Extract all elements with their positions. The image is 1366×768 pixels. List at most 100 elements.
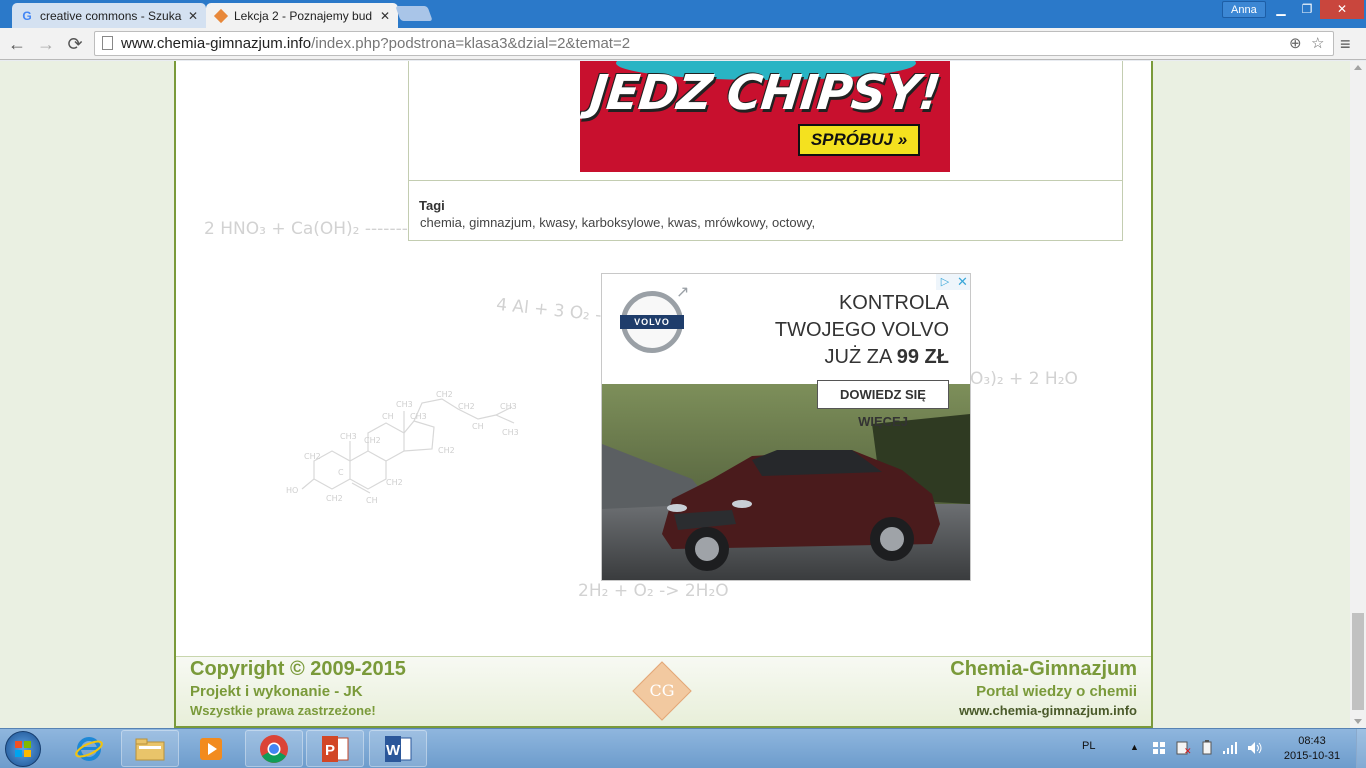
svg-text:CH3: CH3 (502, 428, 519, 437)
svg-text:CH3: CH3 (340, 432, 357, 441)
tray-expand-icon[interactable]: ▲ (1130, 742, 1139, 752)
window-close-button[interactable]: ✕ (1320, 0, 1364, 19)
reload-icon[interactable]: ⟳ (63, 32, 87, 56)
volvo-arrow-icon: ↗ (676, 284, 690, 301)
svg-text:CH3: CH3 (410, 412, 427, 421)
structural-formula-image: HOCH2CH2 CH3CCH CH2CHCH3 CH3CH2CH2 CHCH3… (286, 390, 519, 505)
svg-text:HO: HO (286, 486, 298, 495)
address-bar[interactable]: www.chemia-gimnazjum.info/index.php?pods… (94, 31, 1334, 56)
menu-icon[interactable]: ≡ (1340, 34, 1351, 55)
clock-date: 2015-10-31 (1283, 750, 1341, 762)
svg-text:CH2: CH2 (304, 452, 321, 461)
minimize-button[interactable]: ▁ (1268, 0, 1294, 19)
site-url-link[interactable]: www.chemia-gimnazjum.info (959, 703, 1137, 718)
adchoices-icon[interactable]: ▷ (936, 274, 954, 290)
windows-start-icon[interactable] (5, 731, 41, 767)
page-viewport: 2 HNO₃ + Ca(OH)₂ ------- 4 Al + 3 O₂ -> … (0, 61, 1350, 728)
network-icon[interactable] (1222, 741, 1238, 755)
svg-text:CH3: CH3 (396, 400, 413, 409)
url-path: /index.php?podstrona=klasa3&dzial=2&tema… (311, 35, 631, 52)
close-tab-icon[interactable]: ✕ (188, 9, 198, 23)
svg-text:CH2: CH2 (326, 494, 343, 503)
chips-advertisement[interactable]: JEDZ CHIPSY! SPRÓBUJ » (580, 61, 950, 172)
volume-icon[interactable] (1247, 741, 1263, 755)
svg-text:CH2: CH2 (364, 436, 381, 445)
site-footer: Copyright © 2009-2015 Projekt i wykonani… (176, 656, 1151, 728)
browser-toolbar: ← → ⟳ www.chemia-gimnazjum.info/index.ph… (0, 28, 1366, 60)
tab-lekcja[interactable]: Lekcja 2 - Poznajemy bud ✕ (206, 3, 398, 28)
close-tab-icon[interactable]: ✕ (380, 9, 390, 23)
svg-text:W: W (386, 742, 401, 759)
chrome-icon[interactable] (245, 730, 303, 767)
clock-time: 08:43 (1298, 735, 1326, 747)
car-photo (602, 384, 970, 580)
formula-aluminium: 4 Al + 3 O₂ -> (495, 294, 617, 328)
svg-text:CH: CH (366, 496, 378, 505)
ad-headline: JEDZ CHIPSY! (587, 65, 943, 121)
ad-cta-button[interactable]: SPRÓBUJ » (798, 124, 920, 156)
powerpoint-icon[interactable]: P (306, 730, 364, 767)
svg-text:CH2: CH2 (438, 446, 455, 455)
svg-text:✕: ✕ (1184, 747, 1192, 755)
flag-icon[interactable] (1152, 741, 1166, 755)
zoom-icon[interactable]: ⊕ (1289, 32, 1302, 55)
project-credit: Projekt i wykonanie - JK (190, 683, 363, 700)
scroll-up-icon[interactable] (1354, 65, 1362, 70)
tags-list[interactable]: chemia, gimnazjum, kwasy, karboksylowe, … (420, 215, 815, 230)
back-icon[interactable]: ← (5, 32, 29, 56)
word-icon[interactable]: W (369, 730, 427, 767)
svg-text:CH2: CH2 (386, 478, 403, 487)
tab-title: creative commons - Szuka (40, 8, 182, 23)
svg-text:CH: CH (382, 412, 394, 421)
scrollbar-thumb[interactable] (1352, 613, 1364, 710)
volvo-brand: VOLVO (620, 315, 684, 329)
volvo-cta-button[interactable]: DOWIEDZ SIĘ WIĘCEJ (817, 380, 949, 429)
tab-creative-commons[interactable]: G creative commons - Szuka ✕ (12, 3, 206, 28)
profile-button[interactable]: Anna (1222, 1, 1266, 18)
content-column: 2 HNO₃ + Ca(OH)₂ ------- 4 Al + 3 O₂ -> … (174, 61, 1153, 728)
show-desktop-button[interactable] (1356, 729, 1366, 768)
volvo-advertisement[interactable]: ▷ ✕ ↗ VOLVO KONTROLA TWOJEGO VOLVO JUŻ Z… (601, 273, 971, 581)
site-logo[interactable]: CG (632, 661, 692, 721)
volvo-line-3: JUŻ ZA (824, 346, 897, 368)
forward-icon[interactable]: → (34, 32, 58, 56)
formula-nitric-acid: 2 HNO₃ + Ca(OH)₂ ------- (204, 219, 408, 239)
scroll-down-icon[interactable] (1354, 719, 1362, 724)
copyright-text: Copyright © 2009-2015 (190, 658, 406, 680)
volvo-headline: KONTROLA TWOJEGO VOLVO JUŻ ZA 99 ZŁ (775, 290, 949, 371)
svg-text:C: C (338, 468, 344, 477)
svg-text:CH2: CH2 (458, 402, 475, 411)
restore-button[interactable]: ❐ (1294, 0, 1320, 19)
site-favicon (213, 8, 229, 23)
svg-text:CH: CH (472, 422, 484, 431)
url-host: www.chemia-gimnazjum.info (121, 35, 312, 52)
volvo-line-1: KONTROLA (838, 292, 949, 314)
explorer-icon[interactable] (121, 730, 179, 767)
vertical-scrollbar[interactable] (1350, 61, 1366, 728)
new-tab-button[interactable] (395, 6, 433, 21)
formula-fragment: O₃)₂ + 2 H₂O (970, 369, 1078, 389)
volvo-logo: ↗ VOLVO (620, 284, 689, 353)
article-box: JEDZ CHIPSY! SPRÓBUJ » Tagi chemia, gimn… (408, 61, 1123, 241)
rights-text: Wszystkie prawa zastrzeżone! (190, 703, 376, 718)
tags-heading: Tagi (419, 198, 445, 213)
svg-text:CH2: CH2 (436, 390, 453, 399)
tab-title: Lekcja 2 - Poznajemy bud (234, 8, 373, 23)
power-icon[interactable] (1200, 740, 1214, 756)
ie-icon[interactable] (60, 730, 118, 767)
system-clock[interactable]: 08:43 2015-10-31 (1277, 734, 1347, 764)
tab-strip: G creative commons - Szuka ✕ Lekcja 2 - … (0, 0, 1366, 28)
language-indicator[interactable]: PL (1082, 740, 1095, 752)
taskbar: P W PL ▲ ✕ 08:43 2015-10-31 (0, 728, 1366, 768)
divider (409, 180, 1122, 181)
site-brand: Chemia-Gimnazjum (950, 658, 1137, 680)
action-center-icon[interactable]: ✕ (1176, 741, 1192, 755)
svg-text:CH3: CH3 (500, 402, 517, 411)
star-icon[interactable]: ☆ (1311, 32, 1324, 55)
logo-text: CG (649, 680, 675, 700)
media-player-icon[interactable] (182, 730, 240, 767)
google-favicon: G (22, 8, 32, 23)
svg-text:P: P (325, 742, 335, 759)
ad-close-icon[interactable]: ✕ (954, 274, 970, 290)
volvo-price: 99 ZŁ (896, 346, 949, 368)
